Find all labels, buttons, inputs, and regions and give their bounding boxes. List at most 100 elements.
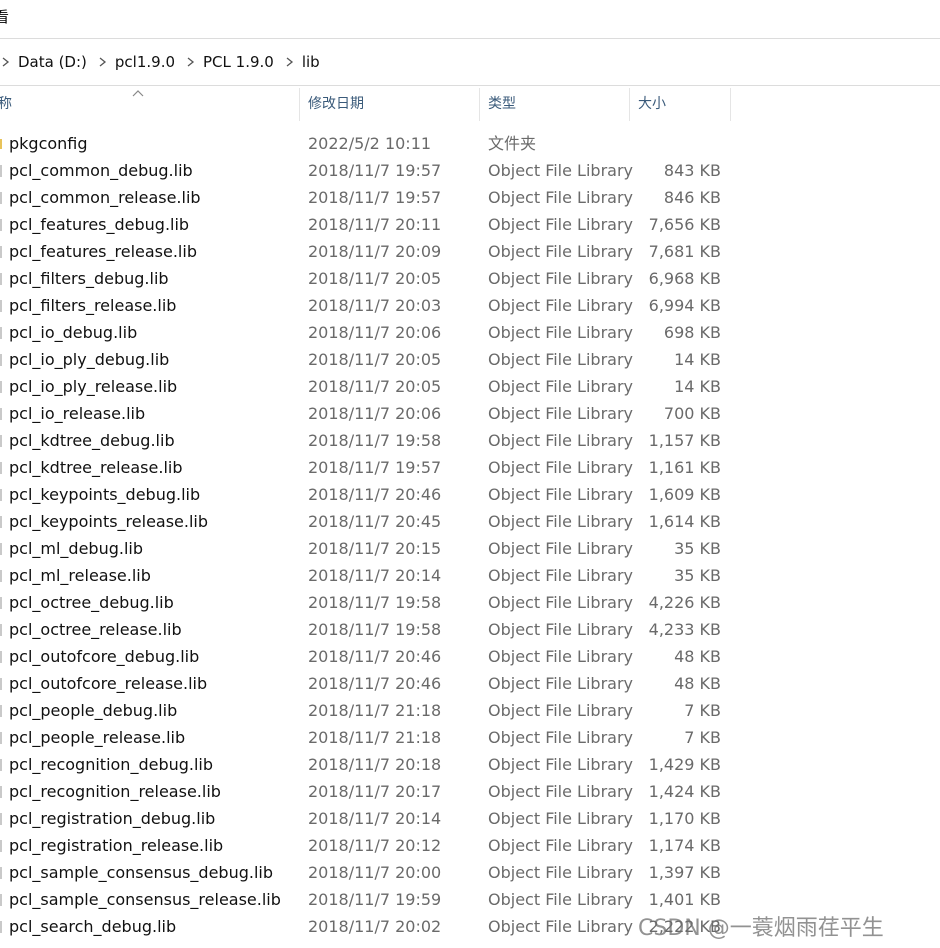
column-header-name[interactable]: 称	[0, 88, 300, 121]
breadcrumb-lib[interactable]: lib	[284, 39, 330, 85]
file-name: pcl_keypoints_release.lib	[9, 512, 209, 531]
file-icon	[0, 813, 2, 825]
file-type: Object File Library	[488, 728, 633, 747]
breadcrumb-label[interactable]: pcl1.9.0	[109, 53, 185, 71]
view-menu[interactable]: 看	[0, 0, 9, 34]
column-header-row: 称 修改日期 类型 大小	[0, 88, 940, 121]
file-row[interactable]: pcl_octree_debug.lib 2018/11/7 19:58 Objec…	[0, 589, 940, 616]
file-icon	[0, 192, 2, 204]
file-icon	[0, 273, 2, 285]
file-name: pcl_outofcore_debug.lib	[9, 647, 200, 666]
file-row[interactable]: pcl_features_release.lib 2018/11/7 20:09 O…	[0, 238, 940, 265]
file-icon	[0, 570, 2, 582]
file-size: 1,157 KB	[648, 431, 721, 450]
file-type: Object File Library	[488, 836, 633, 855]
breadcrumb-label[interactable]: Data (D:)	[12, 53, 97, 71]
breadcrumb-pcl-1-9-0[interactable]: PCL 1.9.0	[185, 39, 284, 85]
file-row[interactable]: pcl_octree_release.lib 2018/11/7 19:58 Obj…	[0, 616, 940, 643]
file-row[interactable]: pcl_sample_consensus_release.lib 2018/11/…	[0, 886, 940, 913]
file-icon	[0, 327, 2, 339]
file-row[interactable]: pcl_common_release.lib 2018/11/7 19:57 Obj…	[0, 184, 940, 211]
file-row[interactable]: pcl_filters_release.lib 2018/11/7 20:03 Ob…	[0, 292, 940, 319]
file-icon	[0, 219, 2, 231]
folder-row[interactable]: pkgconfig 2022/5/2 10:11 文件夹	[0, 130, 940, 157]
chevron-right-icon[interactable]	[284, 56, 296, 68]
file-size: 1,429 KB	[648, 755, 721, 774]
file-size: 7 KB	[684, 728, 721, 747]
file-type: Object File Library	[488, 323, 633, 342]
file-row[interactable]: pcl_kdtree_release.lib 2018/11/7 19:57 Obj…	[0, 454, 940, 481]
file-row[interactable]: pcl_common_debug.lib 2018/11/7 19:57 Objec…	[0, 157, 940, 184]
file-row[interactable]: pcl_kdtree_debug.lib 2018/11/7 19:58 Objec…	[0, 427, 940, 454]
file-type: Object File Library	[488, 458, 633, 477]
file-row[interactable]: pcl_filters_debug.lib 2018/11/7 20:05 Obje…	[0, 265, 940, 292]
file-type: Object File Library	[488, 647, 633, 666]
file-name: pcl_filters_debug.lib	[9, 269, 169, 288]
file-icon	[0, 462, 2, 474]
file-row[interactable]: pcl_keypoints_release.lib 2018/11/7 20:45…	[0, 508, 940, 535]
file-row[interactable]: pcl_ml_debug.lib 2018/11/7 20:15 Object Fi…	[0, 535, 940, 562]
file-type: Object File Library	[488, 701, 633, 720]
file-name: pcl_features_release.lib	[9, 242, 197, 261]
column-header-type[interactable]: 类型	[480, 88, 630, 121]
menu-bar: 看	[0, 0, 940, 34]
file-date: 2018/11/7 19:57	[308, 161, 442, 180]
file-row[interactable]: pcl_io_ply_debug.lib 2018/11/7 20:05 Objec…	[0, 346, 940, 373]
breadcrumb-label[interactable]: lib	[296, 53, 330, 71]
file-row[interactable]: pcl_keypoints_debug.lib 2018/11/7 20:46 Ob…	[0, 481, 940, 508]
file-date: 2018/11/7 20:46	[308, 485, 442, 504]
file-icon	[0, 651, 2, 663]
file-date: 2018/11/7 19:59	[308, 890, 442, 909]
file-row[interactable]: pcl_recognition_debug.lib 2018/11/7 20:18…	[0, 751, 940, 778]
file-size: 48 KB	[674, 674, 721, 693]
file-type: Object File Library	[488, 809, 633, 828]
file-row[interactable]: pcl_recognition_release.lib 2018/11/7 20:…	[0, 778, 940, 805]
file-row[interactable]: pcl_people_release.lib 2018/11/7 21:18 Obj…	[0, 724, 940, 751]
file-row[interactable]: pcl_outofcore_debug.lib 2018/11/7 20:46 Ob…	[0, 643, 940, 670]
chevron-right-icon[interactable]	[0, 56, 12, 68]
file-size: 843 KB	[663, 161, 721, 180]
file-date: 2018/11/7 20:14	[308, 566, 442, 585]
file-name: pcl_kdtree_release.lib	[9, 458, 183, 477]
file-row[interactable]: pcl_registration_debug.lib 2018/11/7 20:1…	[0, 805, 940, 832]
file-row[interactable]: pcl_io_release.lib 2018/11/7 20:06 Object …	[0, 400, 940, 427]
file-date: 2018/11/7 19:58	[308, 620, 442, 639]
file-icon	[0, 435, 2, 447]
file-type: Object File Library	[488, 620, 633, 639]
file-name: pcl_filters_release.lib	[9, 296, 177, 315]
breadcrumb-label[interactable]: PCL 1.9.0	[197, 53, 284, 71]
file-date: 2018/11/7 20:09	[308, 242, 442, 261]
file-row[interactable]: pcl_people_debug.lib 2018/11/7 21:18 Objec…	[0, 697, 940, 724]
file-name: pcl_octree_debug.lib	[9, 593, 174, 612]
file-row[interactable]: pcl_outofcore_release.lib 2018/11/7 20:46…	[0, 670, 940, 697]
breadcrumb-pcl190[interactable]: pcl1.9.0	[97, 39, 185, 85]
file-row[interactable]: pcl_io_debug.lib 2018/11/7 20:06 Object Fi…	[0, 319, 940, 346]
file-row[interactable]: pcl_ml_release.lib 2018/11/7 20:14 Object …	[0, 562, 940, 589]
file-row[interactable]: pcl_registration_release.lib 2018/11/7 20…	[0, 832, 940, 859]
file-date: 2018/11/7 20:14	[308, 809, 442, 828]
file-row[interactable]: pcl_features_debug.lib 2018/11/7 20:11 Obj…	[0, 211, 940, 238]
file-size: 1,397 KB	[648, 863, 721, 882]
breadcrumb-data-drive[interactable]: Data (D:)	[0, 39, 97, 85]
file-date: 2018/11/7 20:06	[308, 404, 442, 423]
address-bar[interactable]: Data (D:) pcl1.9.0 PCL 1.9.0 lib	[0, 38, 940, 86]
file-name: pcl_io_ply_debug.lib	[9, 350, 170, 369]
file-date: 2018/11/7 21:18	[308, 728, 442, 747]
column-header-date[interactable]: 修改日期	[300, 88, 480, 121]
file-name: pcl_common_debug.lib	[9, 161, 193, 180]
file-date: 2018/11/7 19:57	[308, 188, 442, 207]
file-size: 846 KB	[663, 188, 721, 207]
file-type: 文件夹	[488, 134, 537, 153]
chevron-right-icon[interactable]	[97, 56, 109, 68]
file-date: 2018/11/7 20:05	[308, 269, 442, 288]
file-date: 2018/11/7 20:17	[308, 782, 442, 801]
file-icon	[0, 165, 2, 177]
file-date: 2018/11/7 20:03	[308, 296, 442, 315]
file-row[interactable]: pcl_sample_consensus_debug.lib 2018/11/7 …	[0, 859, 940, 886]
file-type: Object File Library	[488, 431, 633, 450]
file-date: 2018/11/7 19:58	[308, 593, 442, 612]
file-size: 7,656 KB	[648, 215, 721, 234]
chevron-right-icon[interactable]	[185, 56, 197, 68]
column-header-size[interactable]: 大小	[630, 88, 731, 121]
file-row[interactable]: pcl_io_ply_release.lib 2018/11/7 20:05 Obj…	[0, 373, 940, 400]
